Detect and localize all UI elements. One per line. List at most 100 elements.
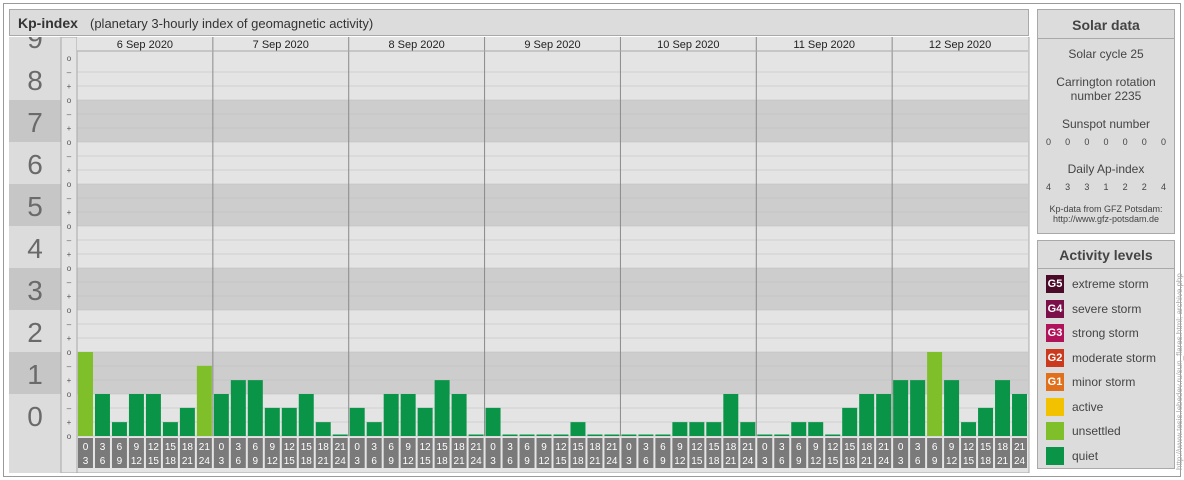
hour-start-label: 0 [490,442,496,453]
sunspot-value: 0 [1122,137,1128,147]
y-subtick-label: o [67,390,72,399]
y-subtick-label: – [67,152,72,161]
kp-bar [519,434,535,436]
hour-end-label: 24 [1014,456,1026,467]
hour-start-label: 9 [134,442,140,453]
hour-end-label: 6 [100,456,106,467]
hour-start-label: 21 [199,442,211,453]
y-subtick-label: + [67,376,72,385]
ap-title: Daily Ap-index [1067,162,1145,176]
activity-level-swatch: G4 [1046,299,1064,318]
hour-end-label: 15 [284,456,296,467]
kp-bar [876,394,892,436]
activity-level-swatch [1046,422,1064,440]
hour-start-label: 0 [83,442,89,453]
hour-start-label: 6 [932,442,938,453]
activity-level-item: active [1046,397,1103,417]
kp-bar [944,380,960,436]
hour-end-label: 21 [725,456,737,467]
hour-start-label: 12 [963,442,975,453]
hour-start-label: 6 [524,442,530,453]
kp-bar [349,407,365,436]
hour-end-label: 12 [810,456,822,467]
kp-bar [961,422,977,436]
hour-end-label: 12 [267,456,279,467]
kp-bar [383,394,399,436]
day-label: 8 Sep 2020 [389,39,445,51]
hour-start-label: 12 [827,442,839,453]
hour-end-label: 15 [827,456,839,467]
kp-bar [706,422,722,436]
kp-bar [315,422,331,436]
y-tick-label: 5 [27,191,43,222]
kp-bar [417,407,433,436]
hour-end-label: 21 [318,456,330,467]
y-tick-label: 0 [27,401,43,432]
hour-start-label: 3 [915,442,921,453]
y-subtick-label: – [67,320,72,329]
day-label: 12 Sep 2020 [929,39,991,51]
kp-bar [978,407,994,436]
hour-start-label: 0 [219,442,225,453]
y-subtick-label: – [67,278,72,287]
y-tick-label: 8 [27,65,43,96]
hour-end-label: 21 [182,456,194,467]
hour-start-label: 0 [762,442,768,453]
hour-end-label: 9 [388,456,394,467]
sunspot-values-row: 0 0 0 0 0 0 0 [1046,137,1166,147]
y-tick-label: 2 [27,317,43,348]
y-band [77,100,1028,142]
y-tick-label: 3 [27,275,43,306]
kp-bar [213,394,229,436]
sunspot-value: 0 [1065,137,1071,147]
activity-level-item: G1 minor storm [1046,372,1135,392]
hour-end-label: 12 [131,456,143,467]
chart-subtitle: (planetary 3-hourly index of geomagnetic… [90,16,374,31]
hour-start-label: 3 [507,442,513,453]
kp-bar-chart: 0123456789o+–o+–o+–o+–o+–o+–o+–o+–o+–o6 … [9,37,1030,473]
hour-start-label: 9 [949,442,955,453]
y-subtick-label: + [67,250,72,259]
hour-end-label: 6 [236,456,242,467]
hour-end-label: 18 [301,456,313,467]
hour-end-label: 24 [878,456,890,467]
hour-end-label: 21 [997,456,1009,467]
hour-start-label: 21 [878,442,890,453]
hour-end-label: 18 [437,456,449,467]
y-band [77,310,1028,352]
y-subtick-label: o [67,54,72,63]
kp-bar [723,394,739,436]
hour-start-label: 6 [253,442,259,453]
hour-start-label: 9 [405,442,411,453]
source-link[interactable]: http://www.gfz-potsdam.de [1038,214,1174,224]
hour-end-label: 9 [253,456,259,467]
kp-bar [298,394,314,436]
ap-value: 4 [1160,182,1166,192]
day-label: 11 Sep 2020 [793,39,855,51]
kp-bar [825,434,841,436]
y-subtick-label: o [67,96,72,105]
hour-start-label: 15 [572,442,584,453]
kp-bar [570,422,586,436]
solar-data-panel: Solar data Solar cycle 25 Carrington rot… [1037,9,1175,234]
hour-end-label: 3 [762,456,768,467]
hour-end-label: 24 [742,456,754,467]
kp-bar [740,422,756,436]
carrington-line1: Carrington rotation [1056,75,1156,89]
panel-divider [1038,38,1174,39]
kp-bar [247,380,263,436]
hour-end-label: 3 [83,456,89,467]
y-subtick-label: + [67,82,72,91]
hour-end-label: 18 [980,456,992,467]
kp-bar [774,434,790,436]
hour-end-label: 15 [555,456,567,467]
hour-start-label: 15 [437,442,449,453]
hour-start-label: 15 [165,442,177,453]
y-tick-label: 9 [27,37,43,54]
hour-end-label: 9 [524,456,530,467]
kp-bar [78,352,93,436]
kp-bar [111,422,127,436]
kp-bar [927,352,943,436]
y-tick-label: 4 [27,233,43,264]
y-subtick-label: o [67,264,72,273]
